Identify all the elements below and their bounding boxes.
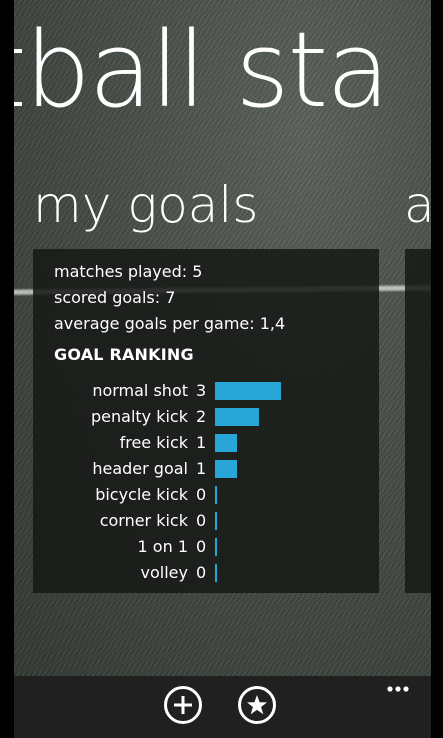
turf-background: tball sta my goals a matches played: 5 s… bbox=[14, 0, 431, 676]
ranking-row: bicycle kick 0 bbox=[33, 482, 379, 508]
ranking-label: bicycle kick bbox=[95, 485, 188, 504]
ranking-value: 0 bbox=[196, 563, 207, 582]
summary-block: matches played: 5 scored goals: 7 averag… bbox=[54, 259, 285, 337]
star-icon bbox=[247, 695, 267, 715]
ranking-value: 0 bbox=[196, 485, 207, 504]
ranking-bar bbox=[215, 460, 237, 478]
scored-goals-text: scored goals: 7 bbox=[54, 288, 176, 307]
ranking-row: normal shot 3 bbox=[33, 378, 379, 404]
ranking-label: penalty kick bbox=[91, 407, 188, 426]
add-goal-button[interactable] bbox=[164, 686, 202, 724]
ranking-label: normal shot bbox=[92, 381, 188, 400]
ranking-value: 2 bbox=[196, 407, 207, 426]
ranking-row: corner kick 0 bbox=[33, 508, 379, 534]
ranking-bar bbox=[215, 512, 217, 530]
ranking-value: 3 bbox=[196, 381, 207, 400]
ranking-bar bbox=[215, 538, 217, 556]
ranking-value: 1 bbox=[196, 459, 207, 478]
ranking-label: corner kick bbox=[99, 511, 188, 530]
ranking-row: volley 0 bbox=[33, 560, 379, 586]
goal-ranking-title: GOAL RANKING bbox=[54, 345, 194, 364]
ranking-label: header goal bbox=[92, 459, 188, 478]
goal-stats-panel: matches played: 5 scored goals: 7 averag… bbox=[33, 249, 379, 593]
next-section-panel-peek bbox=[405, 249, 431, 593]
app-bar bbox=[14, 676, 431, 738]
ranking-bar bbox=[215, 382, 281, 400]
ranking-value: 1 bbox=[196, 433, 207, 452]
ranking-label: volley bbox=[140, 563, 188, 582]
ranking-value: 0 bbox=[196, 511, 207, 530]
ranking-row: penalty kick 2 bbox=[33, 404, 379, 430]
ranking-bar bbox=[215, 434, 237, 452]
phone-screen: tball sta my goals a matches played: 5 s… bbox=[0, 0, 443, 738]
ranking-bar bbox=[215, 408, 259, 426]
more-dots-icon[interactable] bbox=[384, 680, 416, 696]
add-icon bbox=[174, 696, 192, 714]
ranking-row: 1 on 1 0 bbox=[33, 534, 379, 560]
panorama-title: tball sta bbox=[14, 9, 390, 131]
ranking-label: 1 on 1 bbox=[137, 537, 188, 556]
favorite-button[interactable] bbox=[238, 686, 276, 724]
ranking-bar bbox=[215, 564, 217, 582]
ranking-bar bbox=[215, 486, 217, 504]
section-header-my-goals[interactable]: my goals bbox=[33, 178, 258, 233]
ranking-row: free kick 1 bbox=[33, 430, 379, 456]
ranking-label: free kick bbox=[119, 433, 188, 452]
ranking-value: 0 bbox=[196, 537, 207, 556]
ranking-row: header goal 1 bbox=[33, 456, 379, 482]
next-section-header-peek[interactable]: a bbox=[404, 178, 431, 233]
average-goals-text: average goals per game: 1,4 bbox=[54, 314, 286, 333]
matches-played-text: matches played: 5 bbox=[54, 262, 203, 281]
